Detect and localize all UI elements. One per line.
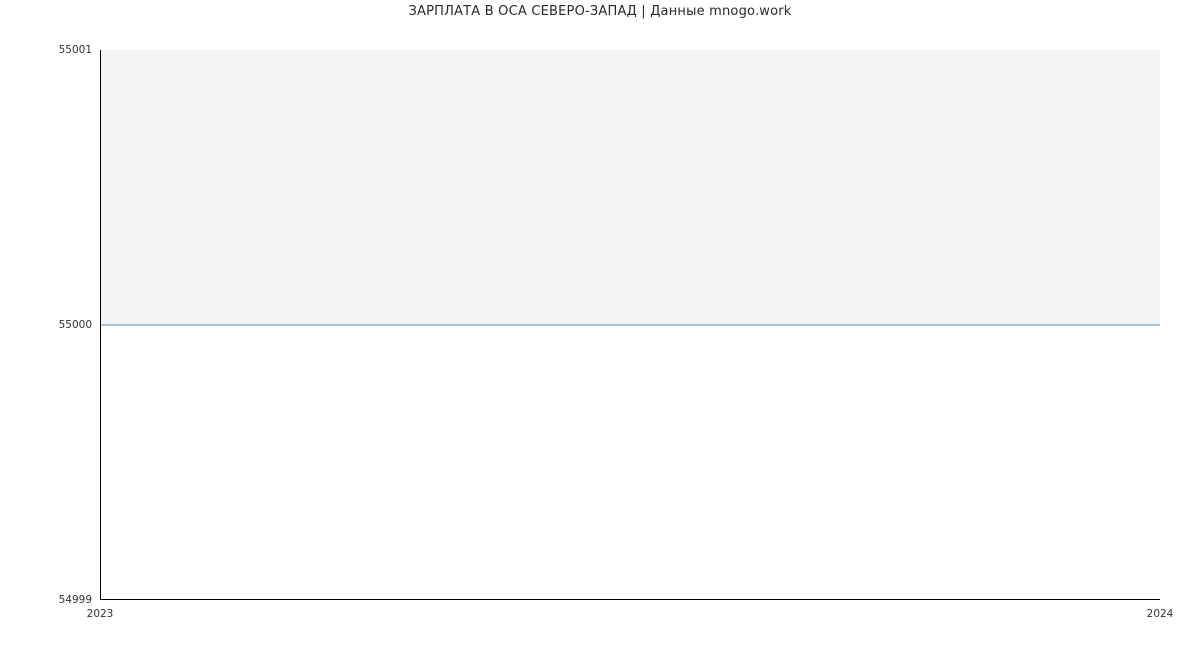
y-axis-spine — [100, 50, 101, 600]
shaded-region — [100, 50, 1160, 325]
salary-line-chart: ЗАРПЛАТА В ОСА СЕВЕРО-ЗАПАД | Данные mno… — [0, 0, 1200, 620]
y-tick-label: 55000 — [0, 319, 92, 331]
chart-title: ЗАРПЛАТА В ОСА СЕВЕРО-ЗАПАД | Данные mno… — [0, 4, 1200, 19]
x-tick-label: 2024 — [1147, 608, 1174, 620]
x-tick-label: 2023 — [87, 608, 114, 620]
y-tick-label: 55001 — [0, 44, 92, 56]
data-line — [100, 325, 1160, 326]
x-axis-spine — [100, 599, 1160, 600]
y-tick-label: 54999 — [0, 594, 92, 606]
plot-area — [100, 50, 1160, 600]
